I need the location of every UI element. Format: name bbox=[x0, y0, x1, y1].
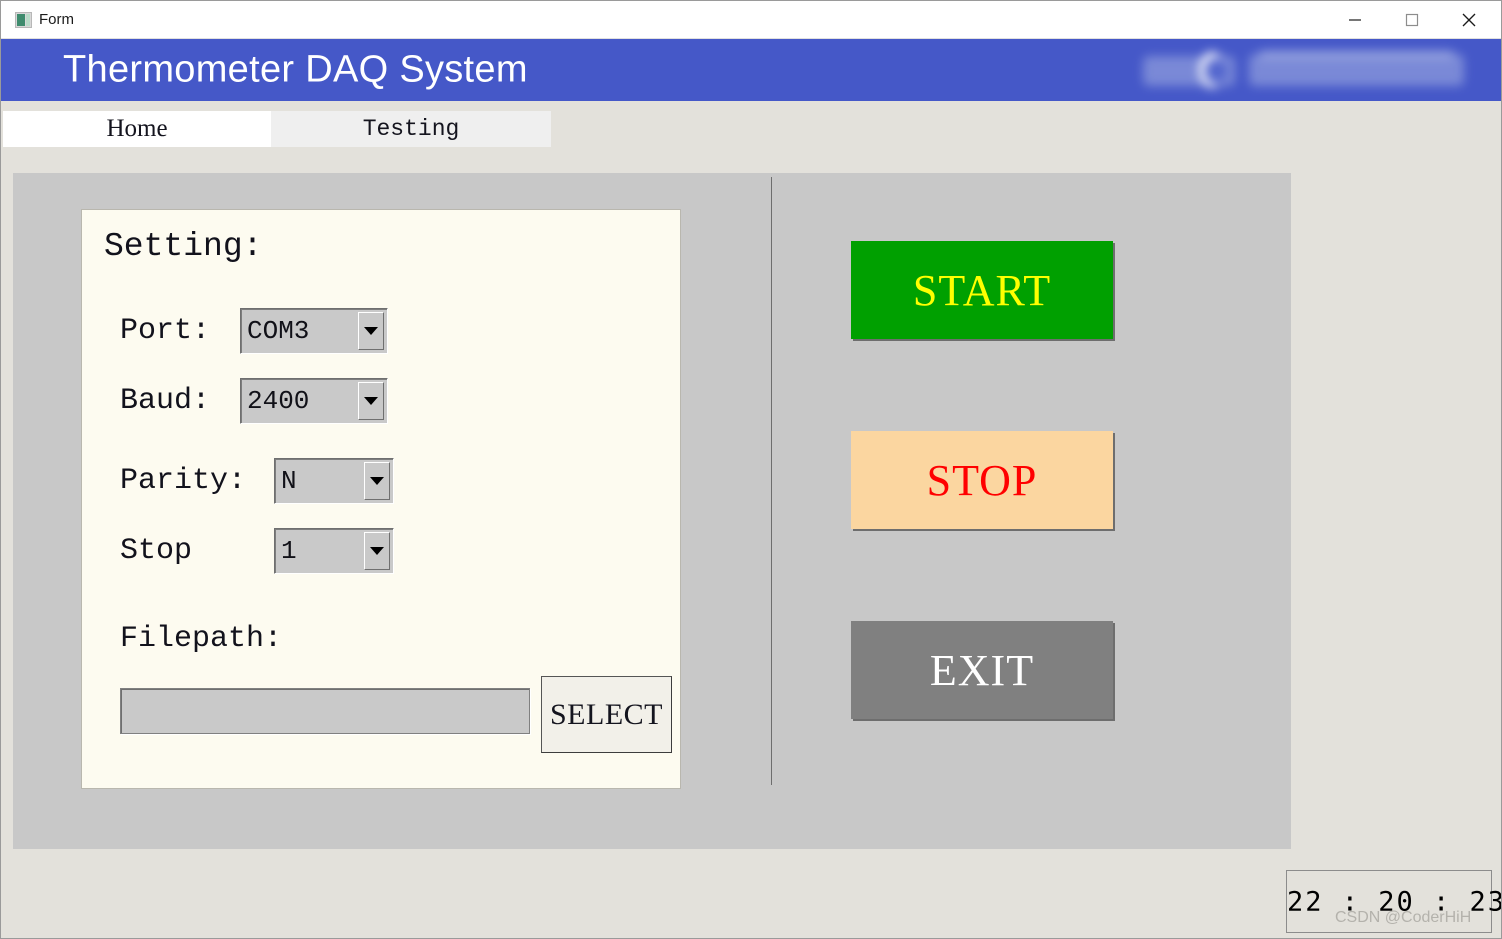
filepath-label: Filepath: bbox=[120, 622, 283, 656]
parity-dropdown-value: N bbox=[281, 466, 297, 496]
start-button[interactable]: START bbox=[851, 241, 1113, 339]
exit-button[interactable]: EXIT bbox=[851, 621, 1113, 719]
tab-home[interactable]: Home bbox=[3, 111, 271, 147]
field-row-parity: Parity: N bbox=[82, 458, 680, 504]
window-title-label: Form bbox=[39, 11, 74, 28]
chevron-down-icon[interactable] bbox=[358, 382, 384, 420]
field-row-stop: Stop 1 bbox=[82, 528, 680, 574]
form-window-icon-right-block bbox=[26, 14, 30, 26]
form-window-icon bbox=[15, 12, 32, 28]
tab-bar: Home Testing bbox=[1, 111, 1501, 147]
minimize-icon[interactable] bbox=[1332, 1, 1378, 38]
port-label: Port: bbox=[120, 314, 211, 348]
parity-dropdown[interactable]: N bbox=[274, 458, 394, 504]
form-window-icon-left-block bbox=[17, 14, 25, 26]
field-row-baud: Baud: 2400 bbox=[82, 378, 680, 424]
chevron-down-icon[interactable] bbox=[358, 312, 384, 350]
select-file-button[interactable]: SELECT bbox=[541, 676, 672, 753]
tab-home-label: Home bbox=[106, 115, 168, 142]
baud-dropdown-value: 2400 bbox=[247, 386, 310, 416]
redacted-logo bbox=[1139, 47, 1479, 93]
chevron-down-icon[interactable] bbox=[364, 462, 390, 500]
baud-dropdown[interactable]: 2400 bbox=[240, 378, 388, 424]
port-dropdown-value: COM3 bbox=[247, 316, 310, 346]
clock-display: 22 : 20 : 23 bbox=[1287, 886, 1502, 917]
close-icon[interactable] bbox=[1446, 1, 1492, 38]
settings-heading: Setting: bbox=[104, 228, 263, 265]
tab-testing-label: Testing bbox=[362, 116, 460, 142]
stop-label: Stop bbox=[120, 534, 193, 568]
stop-bits-dropdown[interactable]: 1 bbox=[274, 528, 394, 574]
settings-card: Setting: Port: COM3 Baud: 2400 Parity: N bbox=[81, 209, 681, 789]
main-content-panel: Setting: Port: COM3 Baud: 2400 Parity: N bbox=[13, 173, 1291, 849]
stop-bits-dropdown-value: 1 bbox=[281, 536, 297, 566]
baud-label: Baud: bbox=[120, 384, 211, 418]
stop-button[interactable]: STOP bbox=[851, 431, 1113, 529]
parity-label: Parity: bbox=[120, 464, 247, 498]
app-header-banner: Thermometer DAQ System bbox=[1, 39, 1501, 101]
column-divider bbox=[771, 177, 772, 785]
window-title-bar: Form bbox=[1, 1, 1501, 39]
tab-testing[interactable]: Testing bbox=[271, 111, 551, 147]
maximize-icon[interactable] bbox=[1389, 1, 1435, 38]
filepath-input[interactable] bbox=[120, 688, 530, 734]
page-title: Thermometer DAQ System bbox=[63, 48, 528, 91]
port-dropdown[interactable]: COM3 bbox=[240, 308, 388, 354]
chevron-down-icon[interactable] bbox=[364, 532, 390, 570]
field-row-port: Port: COM3 bbox=[82, 308, 680, 354]
clock-panel: 22 : 20 : 23 bbox=[1286, 870, 1502, 933]
application-window: Form Thermometer DAQ System Home Testing… bbox=[0, 0, 1502, 939]
